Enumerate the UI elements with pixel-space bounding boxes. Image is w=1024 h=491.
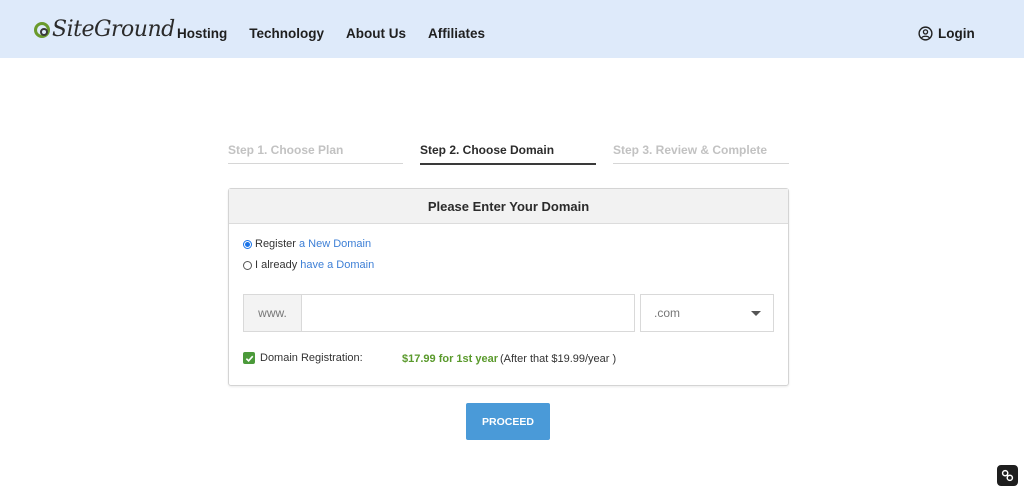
siteground-logo[interactable]: SiteGround [34, 17, 175, 42]
domain-registration-row: Domain Registration: [243, 352, 363, 364]
domain-registration-label: Domain Registration: [260, 352, 363, 364]
option-existing-link[interactable]: have a Domain [300, 259, 374, 271]
tld-select[interactable]: .com [640, 294, 774, 332]
login-label: Login [938, 26, 975, 41]
step-choose-domain[interactable]: Step 2. Choose Domain [420, 143, 596, 165]
renewal-price: (After that $19.99/year ) [500, 353, 617, 365]
tld-selected-value: .com [654, 306, 681, 320]
nav-hosting[interactable]: Hosting [177, 26, 227, 41]
step-choose-plan[interactable]: Step 1. Choose Plan [228, 143, 403, 164]
www-prefix: www. [243, 294, 302, 332]
option-existing-prefix: I already [255, 259, 298, 271]
domain-registration-checkbox[interactable] [243, 352, 255, 364]
domain-name-input[interactable] [301, 294, 635, 332]
radio-register-new[interactable] [243, 239, 252, 249]
checkmark-icon [245, 355, 253, 362]
nav-affiliates[interactable]: Affiliates [428, 26, 485, 41]
logo-icon [34, 21, 50, 38]
user-circle-icon [918, 26, 933, 41]
chevron-down-icon [751, 311, 761, 316]
logo-text: SiteGround [52, 17, 175, 42]
panel-title: Please Enter Your Domain [229, 189, 788, 224]
floating-widget-button[interactable] [997, 465, 1018, 486]
option-register-prefix: Register [255, 238, 296, 250]
proceed-button[interactable]: PROCEED [466, 403, 550, 440]
nav-technology[interactable]: Technology [249, 26, 324, 41]
option-register-link[interactable]: a New Domain [299, 238, 371, 250]
domain-panel: Please Enter Your Domain Register a New … [228, 188, 789, 386]
option-register-new[interactable]: Register a New Domain [243, 238, 371, 250]
main-nav: Hosting Technology About Us Affiliates [177, 26, 485, 41]
login-button[interactable]: Login [918, 26, 975, 41]
top-header: SiteGround Hosting Technology About Us A… [0, 0, 1024, 58]
first-year-price: $17.99 for 1st year [402, 353, 499, 365]
link-icon [1001, 469, 1014, 482]
step-review-complete[interactable]: Step 3. Review & Complete [613, 143, 789, 164]
option-existing-domain[interactable]: I already have a Domain [243, 259, 374, 271]
radio-existing-domain[interactable] [243, 260, 252, 270]
nav-about-us[interactable]: About Us [346, 26, 406, 41]
